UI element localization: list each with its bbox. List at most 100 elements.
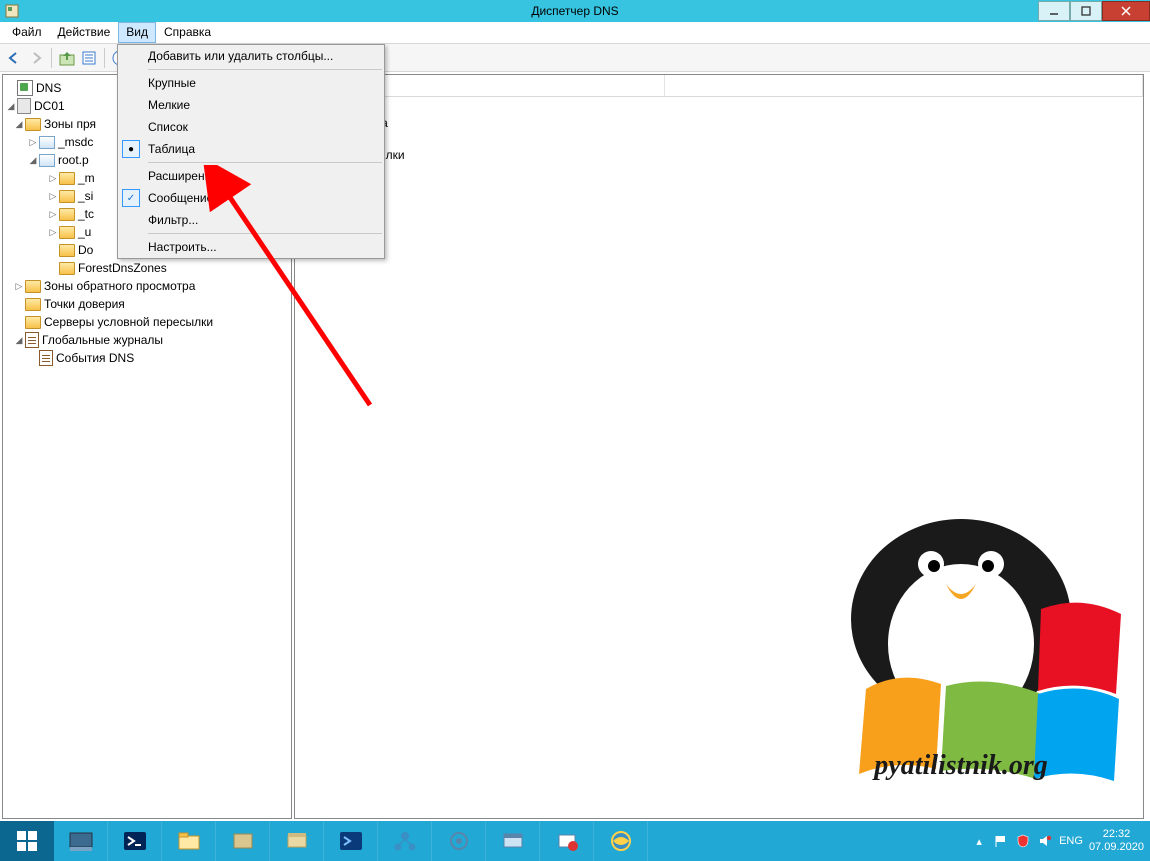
tree-label: Серверы условной пересылки — [44, 315, 213, 329]
task-powershell-ise[interactable] — [324, 821, 378, 861]
tray-lang[interactable]: ENG — [1059, 835, 1083, 847]
list-row[interactable]: ного просмотра — [301, 115, 1137, 131]
tree-label: Do — [78, 243, 93, 257]
tree-label: root.p — [58, 153, 89, 167]
menu-label: Расширенный — [148, 169, 227, 183]
tray-time: 22:32 — [1089, 828, 1144, 841]
list-col-2[interactable] — [665, 75, 1143, 96]
menu-help[interactable]: Справка — [156, 22, 219, 43]
menu-sep — [148, 162, 382, 163]
tree-dns-events[interactable]: События DNS — [5, 349, 289, 367]
list-pane[interactable]: ого просмотра ного просмотра ия ловной п… — [294, 74, 1144, 819]
folder-icon — [25, 280, 41, 293]
task-services[interactable] — [432, 821, 486, 861]
folder-icon — [59, 262, 75, 275]
tree-label: Глобальные журналы — [42, 333, 163, 347]
menu-action[interactable]: Действие — [50, 22, 119, 43]
list-row[interactable]: ресылки — [301, 195, 1137, 211]
toolbar-sep — [51, 48, 52, 68]
list-row[interactable]: ия — [301, 131, 1137, 147]
tree-trust[interactable]: Точки доверия — [5, 295, 289, 313]
task-network[interactable] — [378, 821, 432, 861]
radio-icon: ● — [122, 140, 140, 158]
tree-label: Зоны обратного просмотра — [44, 279, 195, 293]
tray-clock[interactable]: 22:32 07.09.2020 — [1089, 828, 1144, 854]
tree-label: ForestDnsZones — [78, 261, 167, 275]
properties-button[interactable] — [79, 48, 99, 68]
menu-message[interactable]: ✓Сообщение — [118, 187, 384, 209]
tree-label: _tc — [78, 207, 94, 221]
menu-small-icons[interactable]: Мелкие — [118, 94, 384, 116]
tree-cond-fwd[interactable]: Серверы условной пересылки — [5, 313, 289, 331]
list-row[interactable]: сылки — [301, 179, 1137, 195]
menu-sep — [148, 233, 382, 234]
menu-label: Фильтр... — [148, 213, 198, 227]
up-button[interactable] — [57, 48, 77, 68]
menu-large-icons[interactable]: Крупные — [118, 72, 384, 94]
tree-label: Точки доверия — [44, 297, 125, 311]
menu-label: Таблица — [148, 142, 195, 156]
tree-label: _u — [78, 225, 91, 239]
folder-icon — [25, 118, 41, 131]
menu-label: Крупные — [148, 76, 196, 90]
list-body: ого просмотра ного просмотра ия ловной п… — [295, 97, 1143, 213]
menu-list[interactable]: Список — [118, 116, 384, 138]
tray-volume-icon[interactable] — [1037, 833, 1053, 849]
list-row[interactable]: ого просмотра — [301, 99, 1137, 115]
tree-globallogs[interactable]: ◢Глобальные журналы — [5, 331, 289, 349]
folder-icon — [59, 244, 75, 257]
menubar: Файл Действие Вид Справка — [0, 22, 1150, 44]
dns-icon — [17, 80, 33, 96]
folder-icon — [59, 226, 75, 239]
tree-label: _m — [78, 171, 95, 185]
tree-label: _si — [78, 189, 93, 203]
tray-shield-icon[interactable] — [1015, 833, 1031, 849]
log-icon — [25, 332, 39, 348]
task-explorer[interactable] — [162, 821, 216, 861]
folder-icon — [59, 190, 75, 203]
folder-icon — [25, 316, 41, 329]
window-title: Диспетчер DNS — [0, 4, 1150, 18]
tree-label: Зоны пря — [44, 117, 96, 131]
task-powershell[interactable] — [108, 821, 162, 861]
tree-label: DC01 — [34, 99, 65, 113]
task-ie[interactable] — [594, 821, 648, 861]
toolbar-sep2 — [104, 48, 105, 68]
tree-forestdns[interactable]: ForestDnsZones — [5, 259, 289, 277]
menu-label: Настроить... — [148, 240, 217, 254]
menu-label: Добавить или удалить столбцы... — [148, 49, 333, 63]
task-generic1[interactable] — [216, 821, 270, 861]
events-icon — [39, 350, 53, 366]
menu-advanced[interactable]: Расширенный — [118, 165, 384, 187]
start-button[interactable] — [0, 821, 54, 861]
zone-icon — [39, 136, 55, 149]
task-generic2[interactable] — [270, 821, 324, 861]
system-tray: ▴ ENG 22:32 07.09.2020 — [971, 821, 1150, 861]
back-button[interactable] — [4, 48, 24, 68]
menu-view[interactable]: Вид — [118, 22, 156, 43]
list-row[interactable]: ловной пересылки — [301, 147, 1137, 163]
tree-label: События DNS — [56, 351, 134, 365]
forward-button[interactable] — [26, 48, 46, 68]
titlebar: Диспетчер DNS — [0, 0, 1150, 22]
tree-label: _msdc — [58, 135, 93, 149]
menu-add-remove-columns[interactable]: Добавить или удалить столбцы... — [118, 45, 384, 67]
task-dns[interactable] — [540, 821, 594, 861]
zone-icon — [39, 154, 55, 167]
menu-label: Сообщение — [148, 191, 213, 205]
tray-flag-icon[interactable] — [993, 833, 1009, 849]
menu-file[interactable]: Файл — [4, 22, 50, 43]
menu-label: Список — [148, 120, 188, 134]
list-header — [295, 75, 1143, 97]
list-row[interactable]: журналы — [301, 163, 1137, 179]
tree-rev-zones[interactable]: ▷Зоны обратного просмотра — [5, 277, 289, 295]
folder-icon — [59, 208, 75, 221]
task-mmc[interactable] — [486, 821, 540, 861]
menu-table[interactable]: ● Таблица — [118, 138, 384, 160]
task-server-manager[interactable] — [54, 821, 108, 861]
server-icon — [17, 98, 31, 114]
tree-label: DNS — [36, 81, 61, 95]
tray-up-icon[interactable]: ▴ — [971, 833, 987, 849]
menu-filter[interactable]: Фильтр... — [118, 209, 384, 231]
menu-customize[interactable]: Настроить... — [118, 236, 384, 258]
